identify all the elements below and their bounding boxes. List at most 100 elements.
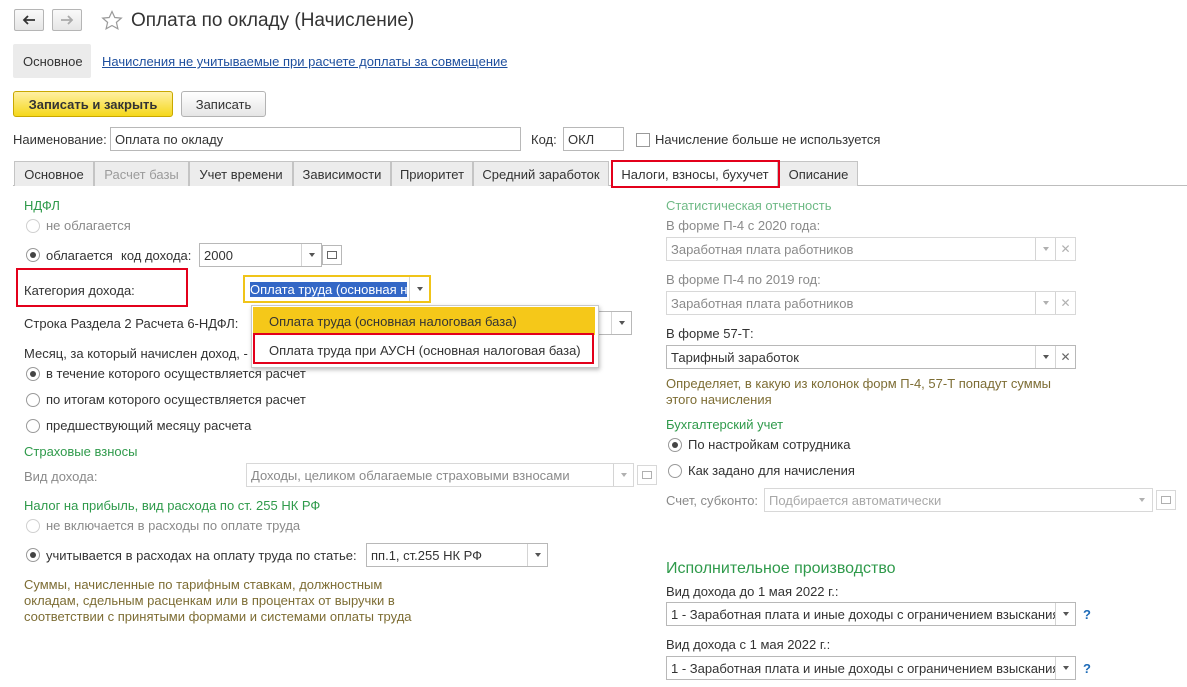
income-code-dropdown-icon[interactable]	[301, 244, 321, 266]
income-type-field[interactable]: Доходы, целиком облагаемые страховыми вз…	[246, 463, 634, 487]
account-label: Счет, субконто:	[666, 493, 759, 508]
code-value: ОКЛ	[568, 131, 595, 147]
acc-option-accrual-radio[interactable]	[668, 464, 682, 478]
nav-main-tab[interactable]: Основное	[13, 44, 91, 78]
f57-clear-icon[interactable]: ✕	[1055, 346, 1075, 368]
p4-2019-field[interactable]: Заработная плата работников ✕	[666, 291, 1076, 315]
before-field[interactable]: 1 - Заработная плата и иные доходы с огр…	[666, 602, 1076, 626]
p4-2020-field[interactable]: Заработная плата работников ✕	[666, 237, 1076, 261]
name-value: Оплата по окладу	[115, 131, 224, 147]
open-form-icon	[642, 471, 652, 479]
tab-base-calc[interactable]: Расчет базы	[94, 161, 189, 186]
income-code-label: код дохода:	[121, 248, 192, 263]
month-option-previous-radio[interactable]	[26, 419, 40, 433]
not-included-radio[interactable]	[26, 519, 40, 533]
name-field[interactable]: Оплата по окладу	[110, 127, 521, 151]
after-label: Вид дохода с 1 мая 2022 г.:	[666, 637, 831, 652]
dropdown-option[interactable]: Оплата труда (основная налоговая база)	[253, 307, 595, 335]
tab-average-earnings[interactable]: Средний заработок	[473, 161, 609, 186]
ausn-option-highlight-box	[253, 333, 594, 364]
income-code-field[interactable]: 2000	[199, 243, 322, 267]
not-taxed-radio[interactable]	[26, 219, 40, 233]
section2-field[interactable]	[596, 311, 632, 335]
star-icon[interactable]	[101, 10, 123, 31]
tab-time-accounting[interactable]: Учет времени	[189, 161, 293, 186]
p4-2019-dropdown-icon[interactable]	[1035, 292, 1055, 314]
nav-main-label: Основное	[23, 54, 83, 69]
dropdown-option-label: Оплата труда (основная налоговая база)	[269, 314, 517, 329]
income-type-value: Доходы, целиком облагаемые страховыми вз…	[251, 467, 570, 483]
f57-field[interactable]: Тарифный заработок ✕	[666, 345, 1076, 369]
article-value: пп.1, ст.255 НК РФ	[371, 547, 483, 563]
profit-tax-note: Суммы, начисленные по тарифным ставкам, …	[24, 577, 412, 624]
income-type-label: Вид дохода:	[24, 469, 98, 484]
f57-label: В форме 57-Т:	[666, 326, 754, 341]
included-label: учитывается в расходах на оплату труда п…	[46, 548, 357, 563]
income-code-value: 2000	[204, 247, 233, 263]
income-category-field[interactable]: Оплата труда (основная н	[243, 275, 431, 303]
p4-2019-clear-icon[interactable]: ✕	[1055, 292, 1075, 314]
income-category-value: Оплата труда (основная н	[250, 281, 408, 297]
account-dropdown-icon[interactable]	[1132, 489, 1152, 511]
income-category-label: Категория дохода:	[24, 283, 135, 298]
taxed-radio[interactable]	[26, 248, 40, 262]
before-value: 1 - Заработная плата и иные доходы с огр…	[671, 606, 1055, 622]
month-option-previous-label: предшествующий месяцу расчета	[46, 418, 252, 433]
back-button[interactable]	[14, 9, 44, 31]
unused-checkbox[interactable]	[636, 133, 650, 147]
arrow-left-icon	[22, 15, 35, 25]
insurance-header: Страховые взносы	[24, 444, 138, 459]
unused-label: Начисление больше не используется	[655, 132, 881, 147]
after-dropdown-icon[interactable]	[1055, 657, 1075, 679]
arrow-right-icon	[61, 15, 74, 25]
p4-2020-clear-icon[interactable]: ✕	[1055, 238, 1075, 260]
tab-highlight-box	[611, 160, 780, 188]
after-field[interactable]: 1 - Заработная плата и иные доходы с огр…	[666, 656, 1076, 680]
article-field[interactable]: пп.1, ст.255 НК РФ	[366, 543, 548, 567]
before-dropdown-icon[interactable]	[1055, 603, 1075, 625]
taxed-label: облагается	[46, 248, 113, 263]
f57-note: Определяет, в какую из колонок форм П-4,…	[666, 376, 1052, 407]
save-and-close-button[interactable]: Записать и закрыть	[13, 91, 173, 117]
month-option-result-radio[interactable]	[26, 393, 40, 407]
tab-dependencies[interactable]: Зависимости	[293, 161, 391, 186]
acc-option-accrual-label: Как задано для начисления	[688, 463, 855, 478]
account-field[interactable]: Подбирается автоматически	[764, 488, 1153, 512]
ndfl-header: НДФЛ	[24, 198, 60, 213]
f57-value: Тарифный заработок	[671, 349, 799, 365]
f57-dropdown-icon[interactable]	[1035, 346, 1055, 368]
acc-option-employee-radio[interactable]	[668, 438, 682, 452]
open-form-icon	[327, 251, 337, 259]
save-button[interactable]: Записать	[181, 91, 266, 117]
income-type-open-button[interactable]	[637, 465, 657, 485]
enforcement-header: Исполнительное производство	[666, 560, 896, 577]
after-help-icon[interactable]: ?	[1083, 661, 1091, 676]
non-counted-accruals-link[interactable]: Начисления не учитываемые при расчете до…	[102, 54, 508, 69]
article-dropdown-icon[interactable]	[527, 544, 547, 566]
tab-main[interactable]: Основное	[14, 161, 94, 186]
included-radio[interactable]	[26, 548, 40, 562]
p4-2020-label: В форме П-4 с 2020 года:	[666, 218, 821, 233]
month-option-current-radio[interactable]	[26, 367, 40, 381]
month-option-current-label: в течение которого осуществляется расчет	[46, 366, 306, 381]
income-category-dropdown-icon[interactable]	[409, 277, 429, 301]
tab-description[interactable]: Описание	[779, 161, 858, 186]
not-taxed-label: не облагается	[46, 218, 131, 233]
section2-dropdown-icon[interactable]	[611, 312, 631, 334]
code-field[interactable]: ОКЛ	[563, 127, 624, 151]
stat-header: Статистическая отчетность	[666, 198, 832, 213]
account-open-button[interactable]	[1156, 490, 1176, 510]
not-included-label: не включается в расходы по оплате труда	[46, 518, 301, 533]
tab-priority[interactable]: Приоритет	[391, 161, 473, 186]
income-code-open-button[interactable]	[322, 245, 342, 265]
p4-2020-dropdown-icon[interactable]	[1035, 238, 1055, 260]
name-label: Наименование:	[13, 132, 107, 147]
before-help-icon[interactable]: ?	[1083, 607, 1091, 622]
month-label: Месяц, за который начислен доход, -	[24, 346, 248, 361]
income-type-dropdown-icon[interactable]	[613, 464, 633, 486]
account-placeholder: Подбирается автоматически	[769, 492, 942, 508]
acc-option-employee-label: По настройкам сотрудника	[688, 437, 851, 452]
forward-button[interactable]	[52, 9, 82, 31]
p4-2019-value: Заработная плата работников	[671, 295, 854, 311]
window-title: Оплата по окладу (Начисление)	[131, 10, 415, 31]
